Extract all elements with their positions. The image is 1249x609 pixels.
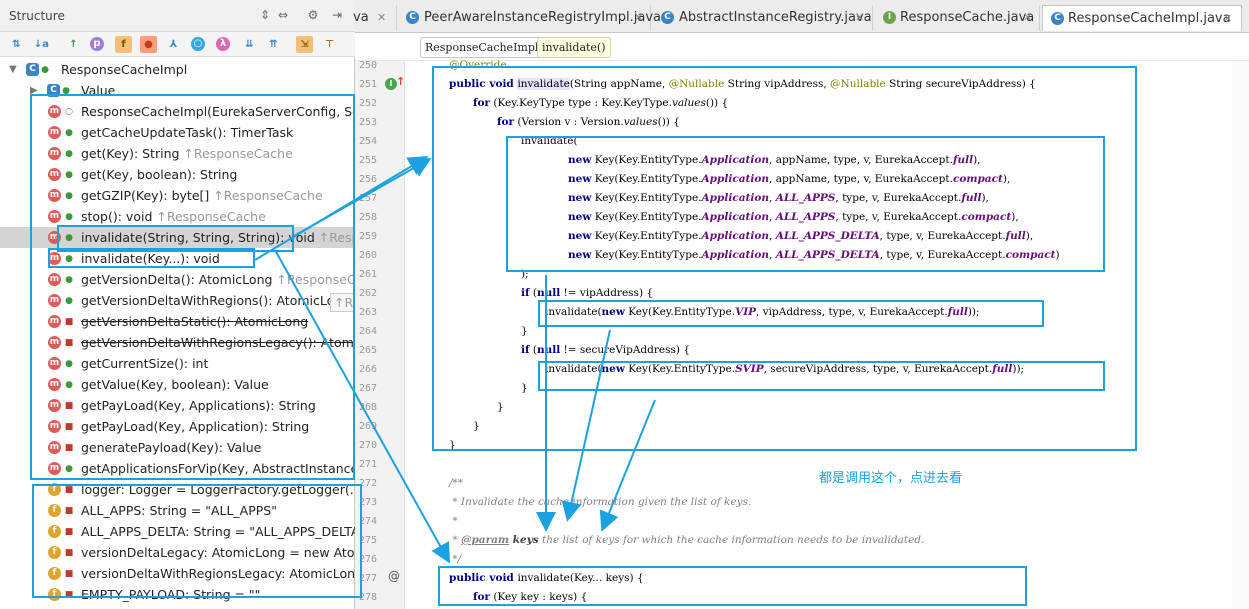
arrow-6 [599, 399, 656, 532]
annotation-note: 都是调用这个，点进去看 [819, 471, 963, 486]
arrow-3 [274, 249, 450, 564]
arrow-5 [561, 329, 611, 522]
arrow-2 [254, 155, 429, 261]
ide-window: Structure ⇕ ⇔ ⚙ ⇥ ⇅ ↓a ↑ p f ● ⅄ ○ λ ⇊ ⇈… [0, 0, 1249, 609]
annotation-arrows [254, 155, 656, 564]
